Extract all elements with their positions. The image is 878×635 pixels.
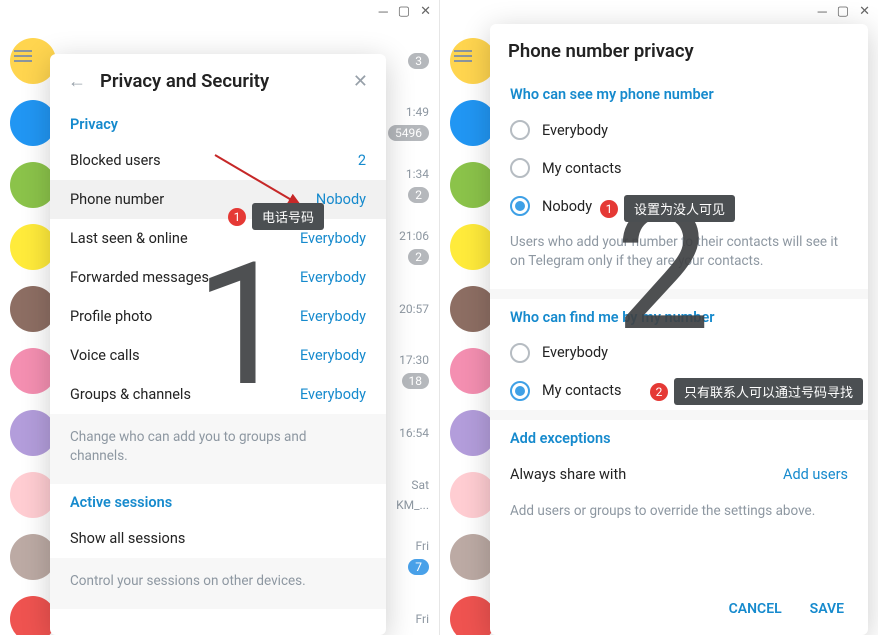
section-privacy-title: Privacy bbox=[50, 106, 386, 141]
row-label: Last seen & online bbox=[70, 230, 188, 247]
section-who-see-title: Who can see my phone number bbox=[490, 76, 868, 111]
annotation-1: 1 电话号码 bbox=[228, 203, 324, 230]
close-icon[interactable]: ✕ bbox=[353, 71, 368, 92]
radio-icon bbox=[510, 158, 530, 178]
radio-label: My contacts bbox=[542, 160, 621, 177]
radio-icon bbox=[510, 196, 530, 216]
privacy-row[interactable]: Forwarded messages Everybody bbox=[50, 258, 386, 297]
annotation-r1: 1 设置为没人可见 bbox=[600, 195, 735, 222]
modal-title: Privacy and Security bbox=[100, 70, 269, 92]
section-who-find-title: Who can find me by my number bbox=[490, 299, 868, 334]
radio-icon bbox=[510, 381, 530, 401]
radio-option[interactable]: Everybody bbox=[490, 111, 868, 149]
annotation-number: 1 bbox=[228, 208, 246, 226]
sessions-note: Control your sessions on other devices. bbox=[50, 558, 386, 609]
annotation-number: 1 bbox=[600, 200, 618, 218]
modal-title: Phone number privacy bbox=[508, 40, 694, 62]
privacy-row[interactable]: Last seen & online Everybody bbox=[50, 219, 386, 258]
row-label: Voice calls bbox=[70, 347, 140, 364]
show-all-sessions-row[interactable]: Show all sessions bbox=[50, 519, 386, 558]
privacy-security-modal: ← Privacy and Security ✕ Privacy Blocked… bbox=[50, 54, 386, 635]
section-exceptions-title: Add exceptions bbox=[490, 420, 868, 455]
save-button[interactable]: SAVE bbox=[810, 601, 844, 617]
row-value: Everybody bbox=[300, 308, 366, 325]
row-label: Blocked users bbox=[70, 152, 161, 169]
modal-header: Phone number privacy bbox=[490, 24, 868, 76]
annotation-text: 设置为没人可见 bbox=[624, 195, 735, 222]
row-value: Everybody bbox=[300, 269, 366, 286]
annotation-text: 电话号码 bbox=[252, 203, 324, 230]
row-value: 2 bbox=[358, 152, 366, 169]
radio-option[interactable]: Everybody bbox=[490, 334, 868, 372]
row-value: Everybody bbox=[300, 386, 366, 403]
privacy-row[interactable]: Blocked users 2 bbox=[50, 141, 386, 180]
row-label: Show all sessions bbox=[70, 530, 185, 547]
privacy-row[interactable]: Phone numberNobody bbox=[50, 180, 386, 219]
always-share-row[interactable]: Always share with Add users bbox=[490, 455, 868, 494]
modal-footer: CANCEL SAVE bbox=[490, 585, 868, 635]
cancel-button[interactable]: CANCEL bbox=[729, 601, 782, 617]
back-arrow-icon[interactable]: ← bbox=[68, 71, 86, 92]
annotation-number: 2 bbox=[650, 383, 668, 401]
privacy-row[interactable]: Groups & channels Everybody bbox=[50, 375, 386, 414]
radio-icon bbox=[510, 120, 530, 140]
screenshot-2: ─ ▢ ✕ 31:494961:34221:06220:5717:301816:… bbox=[439, 0, 878, 635]
phone-number-privacy-modal: Phone number privacy Who can see my phon… bbox=[490, 24, 868, 635]
privacy-note: Change who can add you to groups and cha… bbox=[50, 414, 386, 484]
who-see-note: Users who add your number to their conta… bbox=[490, 225, 868, 289]
row-label: Phone number bbox=[70, 191, 164, 208]
section-sessions-title: Active sessions bbox=[50, 484, 386, 519]
add-users-link[interactable]: Add users bbox=[783, 466, 848, 483]
privacy-row[interactable]: Profile photo Everybody bbox=[50, 297, 386, 336]
exceptions-note: Add users or groups to override the sett… bbox=[490, 494, 868, 539]
annotation-text: 只有联系人可以通过号码寻找 bbox=[674, 378, 863, 405]
row-label: Profile photo bbox=[70, 308, 152, 325]
radio-option[interactable]: My contacts bbox=[490, 149, 868, 187]
radio-icon bbox=[510, 343, 530, 363]
radio-label: Everybody bbox=[542, 344, 608, 361]
radio-label: My contacts bbox=[542, 382, 621, 399]
row-label: Always share with bbox=[510, 466, 626, 483]
radio-label: Everybody bbox=[542, 122, 608, 139]
screenshot-1: ─ ▢ ✕ 31:4954961:34221:06220:5717:301816… bbox=[0, 0, 439, 635]
annotation-r2: 2 只有联系人可以通过号码寻找 bbox=[650, 378, 863, 405]
row-value: Everybody bbox=[300, 347, 366, 364]
row-value: Everybody bbox=[300, 230, 366, 247]
row-label: Forwarded messages bbox=[70, 269, 209, 286]
modal-header: ← Privacy and Security ✕ bbox=[50, 54, 386, 106]
row-label: Groups & channels bbox=[70, 386, 191, 403]
radio-label: Nobody bbox=[542, 198, 592, 215]
privacy-row[interactable]: Voice calls Everybody bbox=[50, 336, 386, 375]
